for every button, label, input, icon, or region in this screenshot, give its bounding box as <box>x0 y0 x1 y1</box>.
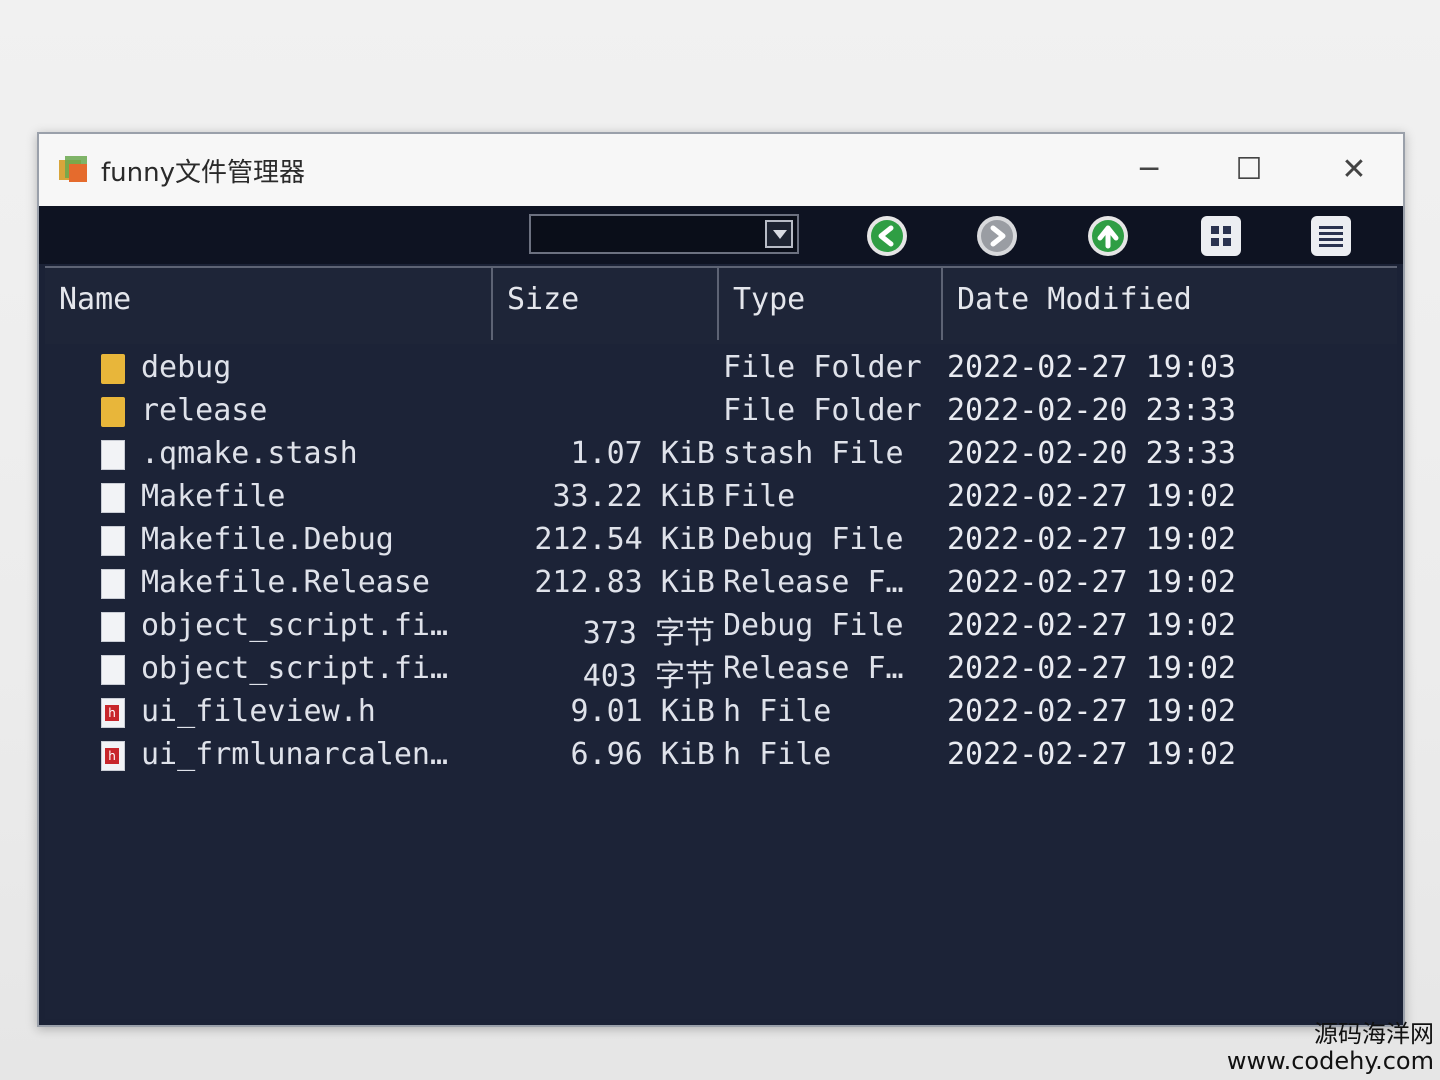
file-size: 9.01 KiB <box>570 694 716 729</box>
file-icon <box>101 526 125 556</box>
file-date: 2022-02-27 19:02 <box>947 565 1236 600</box>
window-title: funny文件管理器 <box>101 158 305 188</box>
file-icon <box>101 483 125 513</box>
toolbar <box>39 206 1403 264</box>
table-row[interactable]: h ui_frmlunarcalen… 6.96 KiB h File 2022… <box>45 735 1397 778</box>
file-size: 1.07 KiB <box>570 436 716 471</box>
file-name: object_script.fi… <box>141 651 449 686</box>
table-row[interactable]: object_script.fi… 373 字节 Debug File 2022… <box>45 606 1397 651</box>
file-date: 2022-02-20 23:33 <box>947 436 1236 471</box>
file-type: File Folder <box>723 393 922 428</box>
list-view-button[interactable] <box>1309 214 1353 258</box>
file-name: ui_fileview.h <box>141 694 376 729</box>
file-name: object_script.fi… <box>141 608 449 643</box>
file-date: 2022-02-27 19:02 <box>947 651 1236 686</box>
app-icon <box>59 156 87 182</box>
file-name: release <box>141 393 268 428</box>
file-type: Debug File <box>723 608 904 643</box>
column-header-date-modified[interactable]: Date Modified <box>943 268 1399 340</box>
watermark-url: www.codehy.com <box>1226 1046 1434 1075</box>
file-size: 373 字节 <box>582 616 715 651</box>
h-file-icon: h <box>101 698 125 728</box>
table-row[interactable]: Makefile.Release 212.83 KiB Release F… 2… <box>45 563 1397 606</box>
file-date: 2022-02-27 19:02 <box>947 737 1236 772</box>
watermark: 源码海洋网 www.codehy.com <box>1227 1021 1434 1074</box>
file-size: 212.83 KiB <box>534 565 715 600</box>
table-row[interactable]: release File Folder 2022-02-20 23:33 <box>45 391 1397 434</box>
file-date: 2022-02-27 19:02 <box>947 694 1236 729</box>
file-type: h File <box>723 737 832 772</box>
file-size: 33.22 KiB <box>552 479 715 514</box>
grid-view-button[interactable] <box>1199 214 1243 258</box>
close-button[interactable]: ✕ <box>1324 148 1384 192</box>
column-header-name[interactable]: Name <box>45 268 493 340</box>
folder-icon <box>101 397 125 427</box>
file-name: Makefile.Release <box>141 565 430 600</box>
forward-button[interactable] <box>975 214 1019 258</box>
file-name: Makefile.Debug <box>141 522 394 557</box>
file-icon <box>101 569 125 599</box>
table-header: Name Size Type Date Modified <box>45 266 1397 346</box>
h-file-icon: h <box>101 741 125 771</box>
file-type: Debug File <box>723 522 904 557</box>
file-name: debug <box>141 350 232 385</box>
file-date: 2022-02-27 19:03 <box>947 350 1236 385</box>
table-row[interactable]: object_script.fi… 403 字节 Release F… 2022… <box>45 649 1397 694</box>
up-button[interactable] <box>1086 214 1130 258</box>
table-row[interactable]: Makefile 33.22 KiB File 2022-02-27 19:02 <box>45 477 1397 520</box>
file-name: Makefile <box>141 479 286 514</box>
file-name: ui_frmlunarcalen… <box>141 737 449 772</box>
file-type: Release F… <box>723 565 904 600</box>
back-button[interactable] <box>865 214 909 258</box>
file-size: 212.54 KiB <box>534 522 715 557</box>
chevron-down-icon[interactable] <box>765 220 793 248</box>
file-size: 6.96 KiB <box>570 737 716 772</box>
file-size: 403 字节 <box>582 659 715 694</box>
file-date: 2022-02-27 19:02 <box>947 608 1236 643</box>
file-date: 2022-02-27 19:02 <box>947 522 1236 557</box>
minimize-button[interactable]: ─ <box>1119 148 1179 192</box>
file-icon <box>101 655 125 685</box>
file-name: .qmake.stash <box>141 436 358 471</box>
file-type: stash File <box>723 436 904 471</box>
file-date: 2022-02-20 23:33 <box>947 393 1236 428</box>
column-header-type[interactable]: Type <box>719 268 943 340</box>
file-type: File Folder <box>723 350 922 385</box>
table-row[interactable]: Makefile.Debug 212.54 KiB Debug File 202… <box>45 520 1397 563</box>
file-manager-window: funny文件管理器 ─ ☐ ✕ Name Size Type Date Mod… <box>37 132 1405 1027</box>
file-icon <box>101 612 125 642</box>
file-type: h File <box>723 694 832 729</box>
path-combobox[interactable] <box>529 214 799 254</box>
file-list[interactable]: debug File Folder 2022-02-27 19:03 relea… <box>45 344 1397 1019</box>
column-header-size[interactable]: Size <box>493 268 719 340</box>
table-row[interactable]: .qmake.stash 1.07 KiB stash File 2022-02… <box>45 434 1397 477</box>
table-row[interactable]: debug File Folder 2022-02-27 19:03 <box>45 348 1397 391</box>
table-row[interactable]: h ui_fileview.h 9.01 KiB h File 2022-02-… <box>45 692 1397 735</box>
file-icon <box>101 440 125 470</box>
file-date: 2022-02-27 19:02 <box>947 479 1236 514</box>
folder-icon <box>101 354 125 384</box>
file-type: File <box>723 479 796 514</box>
file-type: Release F… <box>723 651 904 686</box>
watermark-cn: 源码海洋网 <box>1314 1020 1434 1049</box>
title-bar[interactable]: funny文件管理器 ─ ☐ ✕ <box>39 134 1403 206</box>
maximize-button[interactable]: ☐ <box>1219 148 1279 192</box>
